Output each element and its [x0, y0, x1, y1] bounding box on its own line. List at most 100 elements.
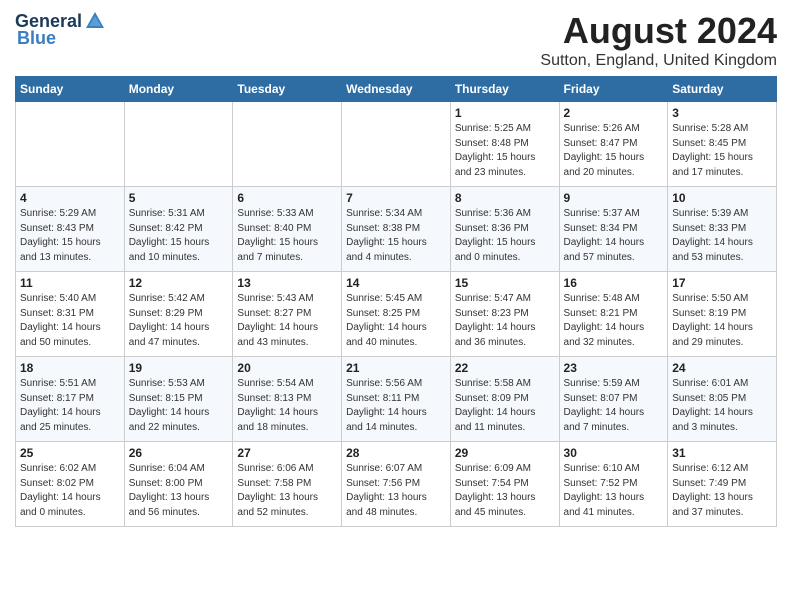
day-number: 23	[564, 361, 664, 375]
title-block: August 2024 Sutton, England, United King…	[540, 10, 777, 70]
month-title: August 2024	[540, 10, 777, 52]
day-info: Sunrise: 5:36 AM Sunset: 8:36 PM Dayligh…	[455, 207, 555, 265]
day-number: 6	[237, 191, 337, 205]
day-number: 18	[20, 361, 120, 375]
day-info: Sunrise: 5:58 AM Sunset: 8:09 PM Dayligh…	[455, 377, 555, 435]
day-cell: 23Sunrise: 5:59 AM Sunset: 8:07 PM Dayli…	[559, 357, 668, 442]
day-number: 30	[564, 446, 664, 460]
day-number: 24	[672, 361, 772, 375]
day-cell	[233, 102, 342, 187]
day-cell: 16 Sunrise: 5:48 AM Sunset: 8:21 PM Dayli…	[559, 272, 668, 357]
day-cell: 31 Sunrise: 6:12 AM Sunset: 7:49 PM Dayli…	[668, 442, 777, 527]
day-number: 28	[346, 446, 446, 460]
day-header-wednesday: Wednesday	[342, 77, 451, 102]
location: Sutton, England, United Kingdom	[540, 52, 777, 70]
day-cell: 22 Sunrise: 5:58 AM Sunset: 8:09 PM Dayli…	[450, 357, 559, 442]
week-row: 11 Sunrise: 5:40 AM Sunset: 8:31 PM Dayli…	[16, 272, 777, 357]
day-number: 31	[672, 446, 772, 460]
day-number: 25	[20, 446, 120, 460]
day-number: 10	[672, 191, 772, 205]
day-header-friday: Friday	[559, 77, 668, 102]
day-cell: 24Sunrise: 6:01 AM Sunset: 8:05 PM Dayli…	[668, 357, 777, 442]
day-info: Sunrise: 5:50 AM Sunset: 8:19 PM Dayligh…	[672, 292, 772, 350]
day-number: 20	[237, 361, 337, 375]
day-cell: 28 Sunrise: 6:07 AM Sunset: 7:56 PM Dayli…	[342, 442, 451, 527]
logo-icon	[84, 10, 106, 32]
day-info: Sunrise: 5:31 AM Sunset: 8:42 PM Dayligh…	[129, 207, 229, 265]
day-info: Sunrise: 5:54 AM Sunset: 8:13 PM Dayligh…	[237, 377, 337, 435]
day-header-tuesday: Tuesday	[233, 77, 342, 102]
day-number: 3	[672, 106, 772, 120]
day-info: Sunrise: 5:43 AM Sunset: 8:27 PM Dayligh…	[237, 292, 337, 350]
day-cell: 26 Sunrise: 6:04 AM Sunset: 8:00 PM Dayli…	[124, 442, 233, 527]
day-number: 8	[455, 191, 555, 205]
day-cell: 1Sunrise: 5:25 AM Sunset: 8:48 PM Daylig…	[450, 102, 559, 187]
logo: General Blue	[15, 10, 106, 49]
day-info: Sunrise: 5:39 AM Sunset: 8:33 PM Dayligh…	[672, 207, 772, 265]
day-info: Sunrise: 5:26 AM Sunset: 8:47 PM Dayligh…	[564, 122, 664, 180]
week-row: 1Sunrise: 5:25 AM Sunset: 8:48 PM Daylig…	[16, 102, 777, 187]
day-info: Sunrise: 5:53 AM Sunset: 8:15 PM Dayligh…	[129, 377, 229, 435]
day-header-sunday: Sunday	[16, 77, 125, 102]
day-cell: 10 Sunrise: 5:39 AM Sunset: 8:33 PM Dayli…	[668, 187, 777, 272]
day-header-thursday: Thursday	[450, 77, 559, 102]
day-cell: 30 Sunrise: 6:10 AM Sunset: 7:52 PM Dayli…	[559, 442, 668, 527]
day-cell	[16, 102, 125, 187]
day-cell: 29 Sunrise: 6:09 AM Sunset: 7:54 PM Dayli…	[450, 442, 559, 527]
day-number: 17	[672, 276, 772, 290]
day-number: 15	[455, 276, 555, 290]
day-cell: 17 Sunrise: 5:50 AM Sunset: 8:19 PM Dayli…	[668, 272, 777, 357]
day-number: 1	[455, 106, 555, 120]
day-cell: 18 Sunrise: 5:51 AM Sunset: 8:17 PM Dayli…	[16, 357, 125, 442]
day-cell: 12 Sunrise: 5:42 AM Sunset: 8:29 PM Dayli…	[124, 272, 233, 357]
day-number: 26	[129, 446, 229, 460]
header-row: SundayMondayTuesdayWednesdayThursdayFrid…	[16, 77, 777, 102]
day-cell: 25 Sunrise: 6:02 AM Sunset: 8:02 PM Dayli…	[16, 442, 125, 527]
day-number: 21	[346, 361, 446, 375]
day-cell: 2 Sunrise: 5:26 AM Sunset: 8:47 PM Daylig…	[559, 102, 668, 187]
day-info: Sunrise: 6:04 AM Sunset: 8:00 PM Dayligh…	[129, 462, 229, 520]
calendar-table: SundayMondayTuesdayWednesdayThursdayFrid…	[15, 76, 777, 527]
day-cell: 9Sunrise: 5:37 AM Sunset: 8:34 PM Daylig…	[559, 187, 668, 272]
day-number: 5	[129, 191, 229, 205]
day-cell: 14Sunrise: 5:45 AM Sunset: 8:25 PM Dayli…	[342, 272, 451, 357]
day-info: Sunrise: 5:56 AM Sunset: 8:11 PM Dayligh…	[346, 377, 446, 435]
day-info: Sunrise: 5:40 AM Sunset: 8:31 PM Dayligh…	[20, 292, 120, 350]
day-info: Sunrise: 6:09 AM Sunset: 7:54 PM Dayligh…	[455, 462, 555, 520]
day-info: Sunrise: 5:29 AM Sunset: 8:43 PM Dayligh…	[20, 207, 120, 265]
day-cell: 8 Sunrise: 5:36 AM Sunset: 8:36 PM Daylig…	[450, 187, 559, 272]
day-cell: 13Sunrise: 5:43 AM Sunset: 8:27 PM Dayli…	[233, 272, 342, 357]
day-cell: 3Sunrise: 5:28 AM Sunset: 8:45 PM Daylig…	[668, 102, 777, 187]
day-info: Sunrise: 5:42 AM Sunset: 8:29 PM Dayligh…	[129, 292, 229, 350]
day-info: Sunrise: 6:06 AM Sunset: 7:58 PM Dayligh…	[237, 462, 337, 520]
day-info: Sunrise: 6:10 AM Sunset: 7:52 PM Dayligh…	[564, 462, 664, 520]
day-number: 14	[346, 276, 446, 290]
day-cell	[124, 102, 233, 187]
day-info: Sunrise: 6:07 AM Sunset: 7:56 PM Dayligh…	[346, 462, 446, 520]
day-number: 4	[20, 191, 120, 205]
day-info: Sunrise: 6:02 AM Sunset: 8:02 PM Dayligh…	[20, 462, 120, 520]
day-info: Sunrise: 5:51 AM Sunset: 8:17 PM Dayligh…	[20, 377, 120, 435]
day-number: 27	[237, 446, 337, 460]
day-header-saturday: Saturday	[668, 77, 777, 102]
day-info: Sunrise: 5:48 AM Sunset: 8:21 PM Dayligh…	[564, 292, 664, 350]
day-number: 16	[564, 276, 664, 290]
day-info: Sunrise: 5:33 AM Sunset: 8:40 PM Dayligh…	[237, 207, 337, 265]
day-number: 11	[20, 276, 120, 290]
page-header: General Blue August 2024 Sutton, England…	[15, 10, 777, 70]
day-cell: 4 Sunrise: 5:29 AM Sunset: 8:43 PM Daylig…	[16, 187, 125, 272]
week-row: 25 Sunrise: 6:02 AM Sunset: 8:02 PM Dayli…	[16, 442, 777, 527]
day-info: Sunrise: 6:12 AM Sunset: 7:49 PM Dayligh…	[672, 462, 772, 520]
day-number: 29	[455, 446, 555, 460]
day-header-monday: Monday	[124, 77, 233, 102]
day-number: 22	[455, 361, 555, 375]
day-number: 12	[129, 276, 229, 290]
day-cell: 11 Sunrise: 5:40 AM Sunset: 8:31 PM Dayli…	[16, 272, 125, 357]
week-row: 18 Sunrise: 5:51 AM Sunset: 8:17 PM Dayli…	[16, 357, 777, 442]
day-number: 19	[129, 361, 229, 375]
day-info: Sunrise: 5:37 AM Sunset: 8:34 PM Dayligh…	[564, 207, 664, 265]
day-number: 2	[564, 106, 664, 120]
day-cell: 20 Sunrise: 5:54 AM Sunset: 8:13 PM Dayli…	[233, 357, 342, 442]
day-cell: 6 Sunrise: 5:33 AM Sunset: 8:40 PM Daylig…	[233, 187, 342, 272]
logo-blue-text: Blue	[17, 28, 56, 49]
